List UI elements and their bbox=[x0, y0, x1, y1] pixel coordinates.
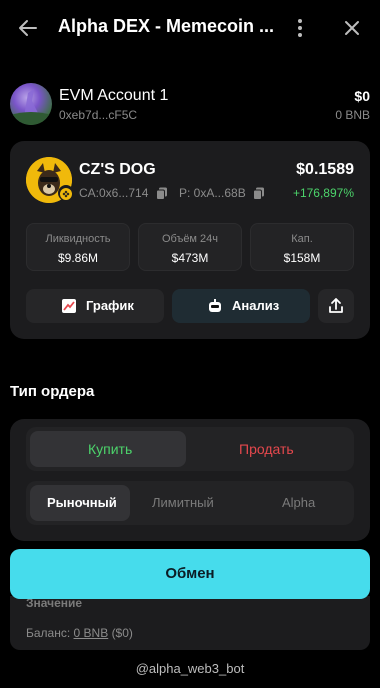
token-contract-address[interactable]: CA:0x6...714 bbox=[79, 186, 168, 201]
stat-liquidity: Ликвидность $9.86M bbox=[26, 223, 130, 271]
balance-usd: ($0) bbox=[111, 626, 133, 640]
analysis-button-label: Анализ bbox=[232, 298, 280, 313]
buy-tab[interactable]: Купить bbox=[30, 431, 186, 467]
chart-button[interactable]: График bbox=[26, 289, 164, 323]
stat-value: $158M bbox=[283, 251, 321, 265]
stat-volume-24h: Объём 24ч $473M bbox=[138, 223, 242, 271]
bot-handle: @alpha_web3_bot bbox=[135, 661, 245, 676]
swap-button[interactable]: Обмен bbox=[10, 549, 370, 599]
account-row[interactable]: EVM Account 1 0xeb7d...cF5C $0 0 BNB bbox=[10, 83, 372, 127]
order-type-label: Alpha bbox=[282, 495, 316, 510]
avatar bbox=[10, 83, 52, 125]
stat-label: Ликвидность bbox=[45, 233, 111, 245]
top-bar: Alpha DEX - Memecoin ... bbox=[0, 0, 380, 56]
order-type-alpha[interactable]: Alpha bbox=[248, 485, 348, 521]
token-price: $0.1589 bbox=[296, 161, 354, 178]
token-pair-address[interactable]: P: 0xA...68B bbox=[179, 186, 265, 201]
sell-tab-label: Продать bbox=[239, 441, 294, 457]
order-type-toggle: Рыночный Лимитный Alpha bbox=[26, 481, 354, 525]
chart-button-label: График bbox=[86, 298, 134, 313]
stat-label: Объём 24ч bbox=[161, 233, 219, 245]
back-button[interactable] bbox=[14, 14, 42, 42]
swap-button-label: Обмен bbox=[165, 565, 215, 582]
arrow-left-icon bbox=[19, 20, 37, 36]
account-address: 0xeb7d...cF5C bbox=[59, 108, 138, 122]
stat-value: $9.86M bbox=[57, 251, 99, 265]
more-vertical-icon bbox=[298, 19, 302, 37]
token-card: CZ'S DOG CA:0x6...714 P: 0xA...68B $0.15… bbox=[10, 141, 370, 339]
page-title: Alpha DEX - Memecoin ... bbox=[58, 16, 275, 36]
order-type-heading: Тип ордера bbox=[10, 383, 95, 400]
token-pair-label: P: 0xA...68B bbox=[179, 186, 246, 200]
token-name: CZ'S DOG bbox=[79, 161, 156, 178]
order-type-market[interactable]: Рыночный bbox=[30, 485, 130, 521]
bnb-chain-icon bbox=[58, 185, 74, 201]
amount-panel: Значение Баланс: 0 BNB ($0) bbox=[10, 596, 370, 650]
stat-value: $473M bbox=[171, 251, 209, 265]
order-type-limit[interactable]: Лимитный bbox=[134, 485, 244, 521]
close-button[interactable] bbox=[340, 16, 364, 40]
close-icon bbox=[345, 21, 359, 35]
order-panel: Купить Продать Рыночный Лимитный Alpha bbox=[10, 419, 370, 541]
buy-tab-label: Купить bbox=[88, 441, 133, 457]
account-balance-usd: $0 bbox=[354, 88, 370, 104]
order-type-label: Рыночный bbox=[47, 495, 117, 510]
robot-icon bbox=[209, 299, 221, 312]
account-name: EVM Account 1 bbox=[59, 87, 169, 104]
token-price-change: +176,897% bbox=[292, 186, 354, 200]
token-contract-label: CA:0x6...714 bbox=[79, 186, 149, 200]
balance-row: Баланс: 0 BNB ($0) bbox=[26, 626, 133, 640]
sell-tab[interactable]: Продать bbox=[190, 431, 350, 467]
buy-sell-toggle: Купить Продать bbox=[26, 427, 354, 471]
account-balance-bnb: 0 BNB bbox=[335, 108, 370, 122]
copy-icon[interactable] bbox=[253, 187, 265, 201]
copy-icon[interactable] bbox=[155, 187, 168, 201]
chart-icon bbox=[62, 299, 76, 313]
balance-prefix: Баланс: bbox=[26, 626, 71, 640]
stat-label: Кап. bbox=[291, 233, 313, 245]
share-button[interactable] bbox=[318, 289, 354, 323]
more-button[interactable] bbox=[290, 14, 310, 42]
analysis-button[interactable]: Анализ bbox=[172, 289, 310, 323]
stat-market-cap: Кап. $158M bbox=[250, 223, 354, 271]
balance-link[interactable]: 0 BNB bbox=[74, 626, 109, 640]
share-icon bbox=[329, 298, 343, 313]
order-type-label: Лимитный bbox=[152, 495, 214, 510]
